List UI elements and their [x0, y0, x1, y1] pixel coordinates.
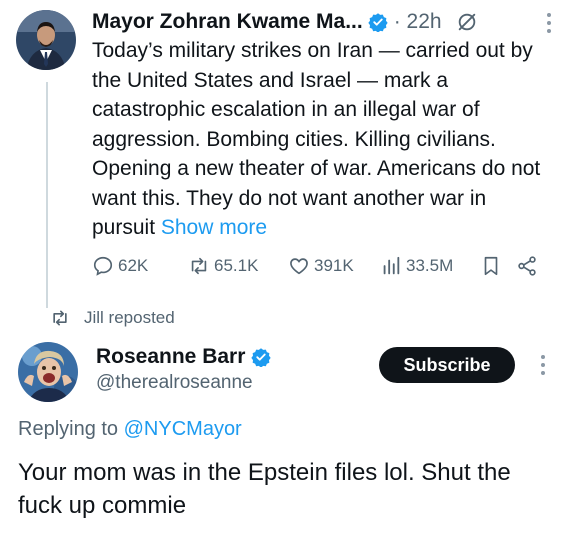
repost-button[interactable]: 65.1K	[188, 255, 258, 277]
like-button[interactable]: 391K	[288, 255, 354, 277]
tweet1-text: Today’s military strikes on Iran — carri…	[92, 36, 554, 243]
tweet2-text: Your mom was in the Epstein files lol. S…	[18, 459, 511, 519]
replying-mention-link[interactable]: @NYCMayor	[124, 418, 242, 440]
bookmark-button[interactable]	[480, 255, 502, 277]
views-icon	[383, 256, 400, 275]
repost-notice-text: Jill reposted	[84, 308, 175, 327]
repost-icon	[191, 257, 207, 275]
repost-notice[interactable]: Jill reposted	[50, 306, 175, 330]
show-more-link[interactable]: Show more	[161, 216, 267, 239]
share-icon	[518, 256, 536, 276]
avatar-mayor[interactable]	[16, 10, 76, 70]
tweet1-action-bar: 62K 65.1K 391K 33.5M	[92, 253, 552, 281]
tweet2-author-name[interactable]: Roseanne Barr	[96, 345, 245, 369]
like-icon	[290, 258, 308, 275]
share-button[interactable]	[516, 255, 538, 277]
bookmark-icon	[484, 256, 498, 276]
reply-button[interactable]: 62K	[92, 255, 148, 277]
verified-icon	[251, 347, 272, 368]
thread-connector-line	[46, 82, 48, 308]
tweet1-timestamp[interactable]: · 22h	[394, 10, 442, 34]
grok-icon[interactable]	[456, 11, 478, 33]
reply-count: 62K	[118, 256, 149, 275]
tweet2-more-icon[interactable]	[540, 354, 546, 376]
avatar-roseanne[interactable]	[18, 342, 78, 402]
replying-to-line: Replying to @NYCMayor	[18, 418, 242, 441]
tweet2-handle[interactable]: @therealroseanne	[96, 372, 253, 394]
repost-small-icon	[53, 310, 67, 326]
subscribe-button[interactable]: Subscribe	[379, 347, 515, 383]
repost-count: 65.1K	[214, 256, 259, 275]
views-button[interactable]: 33.5M	[380, 255, 453, 277]
replying-prefix: Replying to	[18, 418, 124, 440]
tweet1-text-content: Today’s military strikes on Iran — carri…	[92, 39, 541, 239]
verified-icon	[368, 12, 388, 33]
tweet1-more-icon[interactable]	[546, 12, 552, 34]
tweet1-author-name[interactable]: Mayor Zohran Kwame Ma...	[92, 10, 363, 34]
like-count: 391K	[314, 256, 354, 275]
views-count: 33.5M	[406, 256, 454, 275]
reply-icon	[93, 256, 113, 276]
